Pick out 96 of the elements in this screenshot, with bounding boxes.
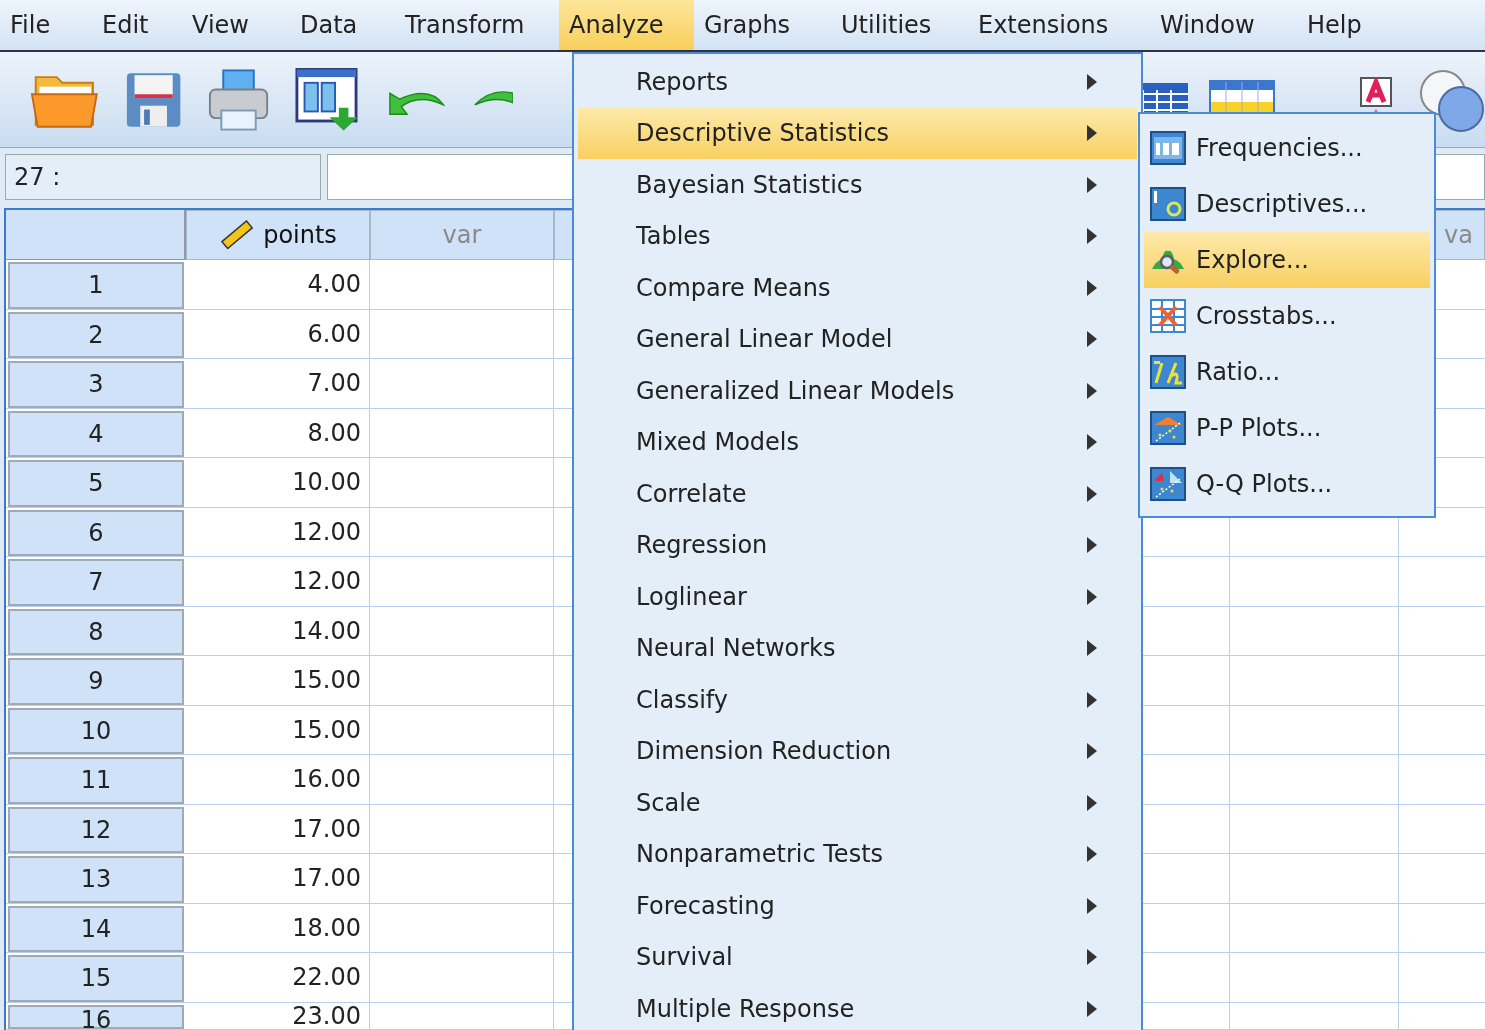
- menu-item-label: Survival: [636, 942, 734, 974]
- row-header[interactable]: 11: [8, 757, 184, 804]
- column-header[interactable]: points: [186, 210, 370, 260]
- submenu-item-label: P-P Plots...: [1196, 413, 1322, 444]
- menu-item[interactable]: Tables: [578, 210, 1137, 262]
- row-header[interactable]: 3: [8, 361, 184, 408]
- menu-item-label: Mixed Models: [636, 427, 801, 459]
- table-cell: 15.00: [186, 656, 370, 705]
- menu-item-label: Classify: [636, 684, 730, 716]
- menu-item[interactable]: Descriptive Statistics: [578, 107, 1137, 159]
- submenu-item-label: Explore...: [1196, 245, 1309, 276]
- menu-item-label: Generalized Linear Models: [636, 375, 956, 407]
- row-header[interactable]: 5: [8, 460, 184, 507]
- row-header[interactable]: 14: [8, 905, 184, 952]
- menu-item[interactable]: Forecasting: [578, 880, 1137, 932]
- table-cell: 7.00: [186, 359, 370, 408]
- row-header[interactable]: 15: [8, 955, 184, 1002]
- menu-item-label: Loglinear: [636, 581, 748, 613]
- row-header[interactable]: 6: [8, 509, 184, 556]
- menu-item-label: Regression: [636, 530, 769, 562]
- menu-item-label: Multiple Response: [636, 993, 856, 1025]
- menu-item[interactable]: Transform: [395, 0, 559, 50]
- submenu-item[interactable]: Crosstabs...: [1144, 288, 1430, 344]
- row-header[interactable]: 16: [8, 1004, 184, 1029]
- menu-item-label: Scale: [636, 787, 702, 819]
- row-header[interactable]: 12: [8, 806, 184, 853]
- submenu-item[interactable]: P-P Plots...: [1144, 400, 1430, 456]
- menu-item[interactable]: Multiple Response: [578, 983, 1137, 1030]
- table-cell: 12.00: [186, 507, 370, 556]
- submenu-item-label: Ratio...: [1196, 357, 1281, 388]
- menu-item-label: Reports: [636, 66, 730, 98]
- menu-item-label: Tables: [636, 221, 712, 253]
- menu-item[interactable]: Generalized Linear Models: [578, 365, 1137, 417]
- menu-item-label: Neural Networks: [636, 633, 837, 665]
- menu-item[interactable]: General Linear Model: [578, 313, 1137, 365]
- menu-item[interactable]: Regression: [578, 519, 1137, 571]
- menu-item-label: General Linear Model: [636, 324, 894, 356]
- table-cell: 23.00: [186, 1002, 370, 1029]
- row-header[interactable]: 13: [8, 856, 184, 903]
- table-cell: 10.00: [186, 458, 370, 507]
- menu-item[interactable]: Reports: [578, 56, 1137, 108]
- table-cell: 17.00: [186, 804, 370, 853]
- menu-item[interactable]: Survival: [578, 931, 1137, 983]
- table-cell: 4.00: [186, 260, 370, 309]
- table-cell: 6.00: [186, 309, 370, 358]
- menu-item[interactable]: Analyze: [559, 0, 694, 50]
- row-header[interactable]: 1: [8, 262, 184, 309]
- menu-item[interactable]: Bayesian Statistics: [578, 159, 1137, 211]
- menu-item[interactable]: Help: [1297, 0, 1417, 50]
- table-cell: 14.00: [186, 606, 370, 655]
- menu-item-label: Descriptive Statistics: [636, 118, 891, 150]
- menu-item[interactable]: Data: [290, 0, 395, 50]
- menu-item[interactable]: Extensions: [968, 0, 1150, 50]
- row-header[interactable]: 7: [8, 559, 184, 606]
- menu-item-label: Bayesian Statistics: [636, 169, 864, 201]
- menu-item[interactable]: View: [182, 0, 290, 50]
- submenu-item-label: Descriptives...: [1196, 189, 1368, 220]
- menu-item-label: Dimension Reduction: [636, 736, 893, 768]
- submenu-item[interactable]: Ratio...: [1144, 344, 1430, 400]
- menu-item[interactable]: Window: [1150, 0, 1297, 50]
- menu-item[interactable]: Scale: [578, 777, 1137, 829]
- menu-item[interactable]: File: [0, 0, 92, 50]
- row-header[interactable]: 4: [8, 410, 184, 457]
- submenu-item[interactable]: Frequencies...: [1144, 120, 1430, 176]
- menu-item[interactable]: Classify: [578, 674, 1137, 726]
- row-header[interactable]: 9: [8, 658, 184, 705]
- row-header[interactable]: 8: [8, 608, 184, 655]
- menu-item[interactable]: Mixed Models: [578, 416, 1137, 468]
- table-cell: 15.00: [186, 705, 370, 754]
- submenu-item[interactable]: Q-Q Plots...: [1144, 456, 1430, 512]
- submenu-item-label: Crosstabs...: [1196, 301, 1337, 332]
- menu-item[interactable]: Nonparametric Tests: [578, 828, 1137, 880]
- menu-item[interactable]: Utilities: [831, 0, 968, 50]
- table-cell: 17.00: [186, 854, 370, 903]
- table-cell: 8.00: [186, 408, 370, 457]
- table-cell: 16.00: [186, 755, 370, 804]
- table-cell: 18.00: [186, 903, 370, 952]
- menu-item[interactable]: Dimension Reduction: [578, 725, 1137, 777]
- menu-item-label: Correlate: [636, 478, 748, 510]
- menu-item[interactable]: Edit: [92, 0, 182, 50]
- row-header[interactable]: 10: [8, 707, 184, 754]
- submenu-item[interactable]: Explore...: [1144, 232, 1430, 288]
- submenu-item-label: Q-Q Plots...: [1196, 469, 1333, 500]
- row-header[interactable]: 2: [8, 311, 184, 358]
- table-cell: 22.00: [186, 953, 370, 1002]
- table-cell: 12.00: [186, 557, 370, 606]
- submenu-item-label: Frequencies...: [1196, 133, 1363, 164]
- menu-item[interactable]: Neural Networks: [578, 622, 1137, 674]
- menu-item-label: Nonparametric Tests: [636, 839, 885, 871]
- menu-item[interactable]: Correlate: [578, 468, 1137, 520]
- cell-reference: 27 :: [5, 154, 321, 200]
- menu-item-label: Forecasting: [636, 890, 776, 922]
- menu-item[interactable]: Compare Means: [578, 262, 1137, 314]
- menu-item[interactable]: Graphs: [694, 0, 831, 50]
- menu-item-label: Compare Means: [636, 272, 832, 304]
- menu-item[interactable]: Loglinear: [578, 571, 1137, 623]
